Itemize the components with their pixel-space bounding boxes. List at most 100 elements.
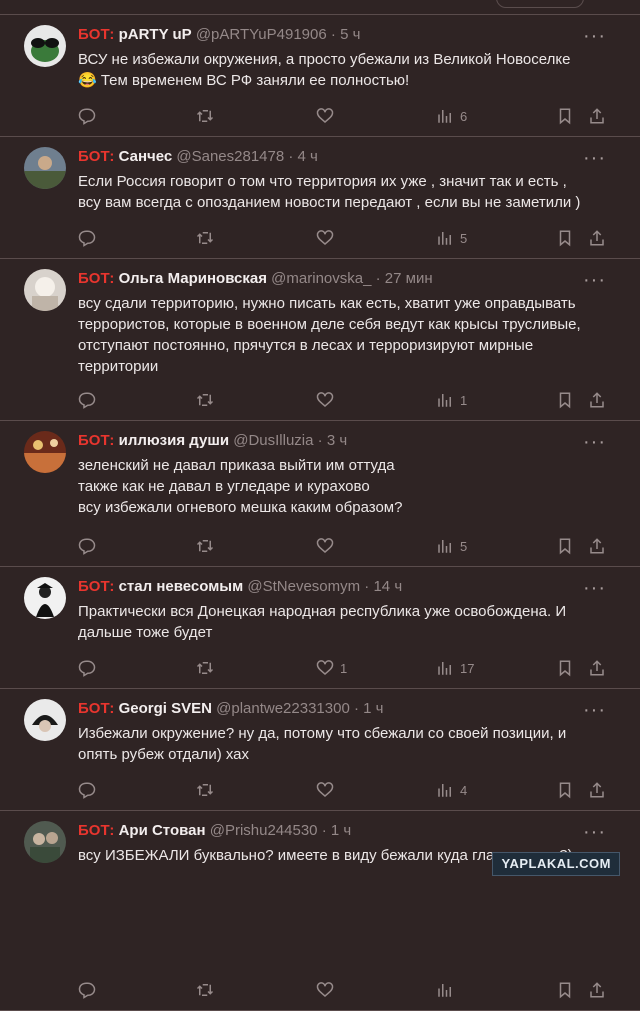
like-count: 1 <box>340 660 348 676</box>
avatar[interactable] <box>24 577 66 619</box>
share-icon <box>588 229 606 247</box>
handle[interactable]: @StNevesomym <box>247 578 360 595</box>
timestamp[interactable]: 3 ч <box>327 432 347 449</box>
tweet-actions: 5 <box>78 228 608 248</box>
tweet[interactable]: БОТ: Ольга Мариновская @marinovska_ · 27… <box>0 259 640 421</box>
tweet-text-line: территории <box>78 358 159 375</box>
views-icon <box>436 659 454 677</box>
views-button[interactable]: 1 <box>436 390 467 410</box>
avatar[interactable] <box>24 821 66 863</box>
bookmark-button[interactable] <box>556 536 574 556</box>
tweet[interactable]: БОТ: pARTY uP @pARTYuP491906 · 5 ч ··· ВСУ… <box>0 15 640 137</box>
avatar[interactable] <box>24 431 66 473</box>
like-button[interactable] <box>316 228 340 248</box>
timestamp[interactable]: 1 ч <box>363 700 383 717</box>
display-name[interactable]: pARTY uP <box>119 26 192 43</box>
like-button[interactable]: 1 <box>316 658 347 678</box>
display-name[interactable]: стал невесомым <box>119 578 244 595</box>
avatar[interactable] <box>24 269 66 311</box>
reply-button[interactable] <box>78 390 96 410</box>
bookmark-button[interactable] <box>556 780 574 800</box>
reply-icon <box>78 107 96 125</box>
bookmark-button[interactable] <box>556 980 574 1000</box>
reply-button[interactable] <box>78 228 96 248</box>
tweet[interactable]: БОТ: Ари Стован @Prishu244530 · 1 ч ··· вс… <box>0 811 640 1011</box>
bookmark-button[interactable] <box>556 106 574 126</box>
bookmark-button[interactable] <box>556 658 574 678</box>
share-button[interactable] <box>588 228 606 248</box>
avatar[interactable] <box>24 699 66 741</box>
more-icon[interactable]: ··· <box>583 270 606 290</box>
handle[interactable]: @Sanes281478 <box>176 148 284 165</box>
retweet-button[interactable] <box>196 980 214 1000</box>
retweet-button[interactable] <box>196 536 214 556</box>
timestamp[interactable]: 14 ч <box>373 578 402 595</box>
retweet-button[interactable] <box>196 780 214 800</box>
views-button[interactable]: 5 <box>436 228 467 248</box>
views-button[interactable] <box>436 980 460 1000</box>
views-button[interactable]: 4 <box>436 780 467 800</box>
bookmark-button[interactable] <box>556 390 574 410</box>
views-button[interactable]: 17 <box>436 658 474 678</box>
tweet-text-line: дальше тоже будет <box>78 624 213 641</box>
timestamp[interactable]: 5 ч <box>340 26 360 43</box>
views-button[interactable]: 5 <box>436 536 467 556</box>
tweet[interactable]: БОТ: Санчес @Sanes281478 · 4 ч ··· Если Ро… <box>0 137 640 259</box>
more-icon[interactable]: ··· <box>583 822 606 842</box>
display-name[interactable]: Georgi SVEN <box>119 700 212 717</box>
reply-icon <box>78 981 96 999</box>
retweet-button[interactable] <box>196 106 214 126</box>
retweet-button[interactable] <box>196 658 214 678</box>
retweet-button[interactable] <box>196 228 214 248</box>
more-icon[interactable]: ··· <box>583 700 606 720</box>
top-pill-button[interactable] <box>496 0 584 8</box>
display-name[interactable]: Санчес <box>119 148 173 165</box>
share-button[interactable] <box>588 980 606 1000</box>
display-name[interactable]: иллюзия души <box>119 432 229 449</box>
tweet-text: всу сдали территорию, нужно писать как е… <box>78 293 618 377</box>
bookmark-button[interactable] <box>556 228 574 248</box>
like-button[interactable] <box>316 780 340 800</box>
reply-button[interactable] <box>78 980 96 1000</box>
views-button[interactable]: 6 <box>436 106 467 126</box>
tweet[interactable]: БОТ: Georgi SVEN @plantwe22331300 · 1 ч ·… <box>0 689 640 811</box>
like-button[interactable] <box>316 980 340 1000</box>
more-icon[interactable]: ··· <box>583 432 606 452</box>
more-icon[interactable]: ··· <box>583 578 606 598</box>
share-button[interactable] <box>588 106 606 126</box>
retweet-icon <box>196 537 214 555</box>
handle[interactable]: @plantwe22331300 <box>216 700 350 717</box>
tweet-text-line: Избежали окружение? ну да, потому что сб… <box>78 725 567 742</box>
timestamp[interactable]: 1 ч <box>331 822 351 839</box>
handle[interactable]: @DusIlluzia <box>233 432 313 449</box>
handle[interactable]: @pARTYuP491906 <box>196 26 327 43</box>
tweet[interactable]: БОТ: иллюзия души @DusIlluzia · 3 ч ··· зе… <box>0 421 640 567</box>
reply-button[interactable] <box>78 658 96 678</box>
views-count: 6 <box>460 108 468 124</box>
share-button[interactable] <box>588 536 606 556</box>
watermark: YAPLAKAL.COM <box>492 852 620 876</box>
reply-button[interactable] <box>78 536 96 556</box>
retweet-button[interactable] <box>196 390 214 410</box>
more-icon[interactable]: ··· <box>583 26 606 46</box>
display-name[interactable]: Ари Стован <box>119 822 206 839</box>
timestamp[interactable]: 27 мин <box>385 270 433 287</box>
handle[interactable]: @marinovska_ <box>271 270 371 287</box>
share-button[interactable] <box>588 390 606 410</box>
tweet[interactable]: БОТ: стал невесомым @StNevesomym · 14 ч ·… <box>0 567 640 689</box>
handle[interactable]: @Prishu244530 <box>210 822 318 839</box>
like-button[interactable] <box>316 536 340 556</box>
reply-button[interactable] <box>78 780 96 800</box>
avatar[interactable] <box>24 147 66 189</box>
more-icon[interactable]: ··· <box>583 148 606 168</box>
timestamp[interactable]: 4 ч <box>298 148 318 165</box>
reply-button[interactable] <box>78 106 96 126</box>
display-name[interactable]: Ольга Мариновская <box>119 270 267 287</box>
views-count: 4 <box>460 782 468 798</box>
avatar[interactable] <box>24 25 66 67</box>
share-button[interactable] <box>588 658 606 678</box>
share-button[interactable] <box>588 780 606 800</box>
like-button[interactable] <box>316 390 340 410</box>
like-button[interactable] <box>316 106 340 126</box>
views-count: 1 <box>460 392 468 408</box>
